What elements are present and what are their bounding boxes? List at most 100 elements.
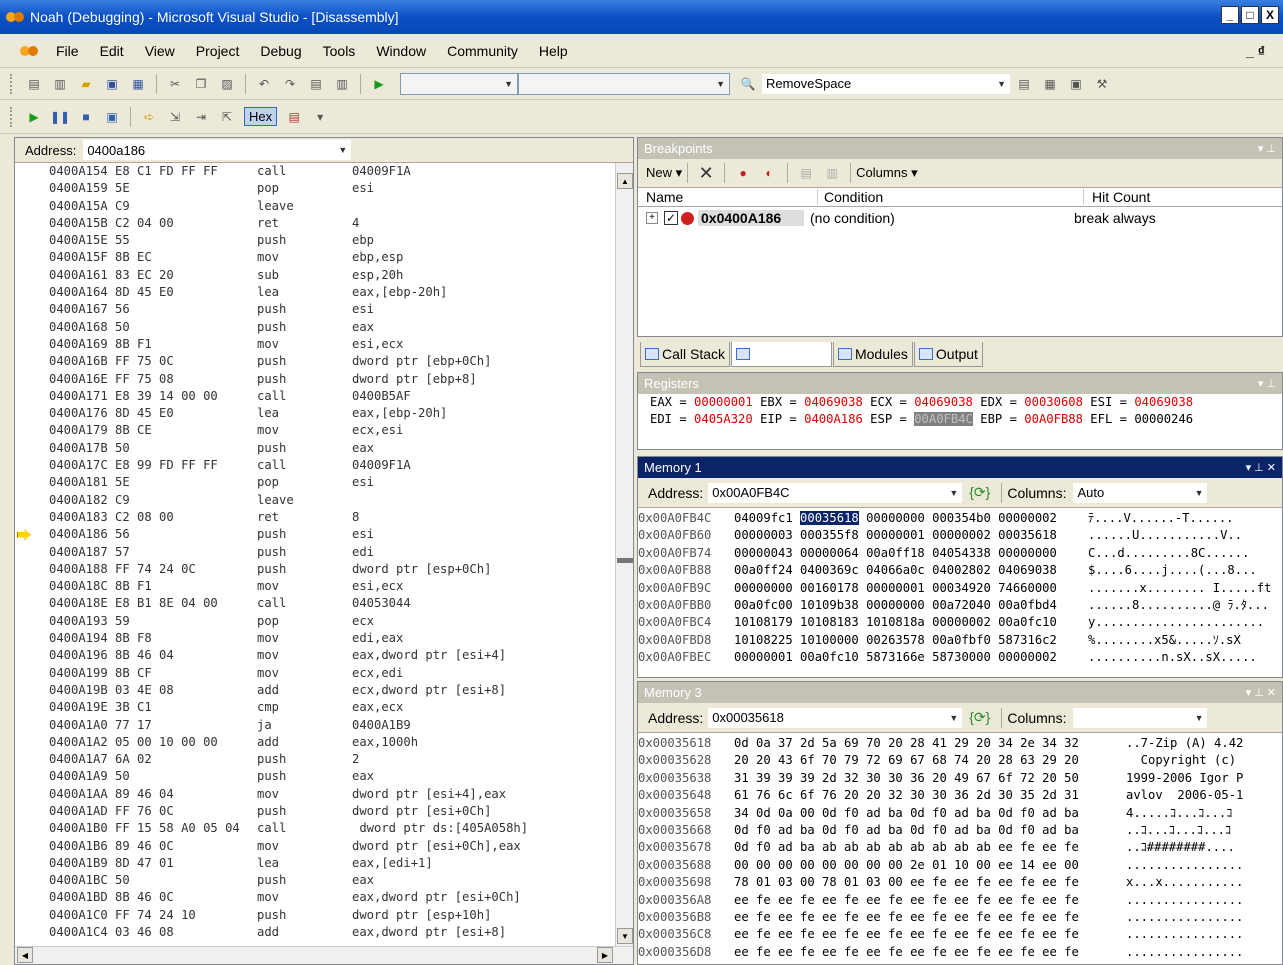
memory-row[interactable]: 0x00035658 34 0d 0a 00 0d f0 ad ba 0d f0 …: [638, 805, 1282, 822]
restart-icon[interactable]: ▣: [104, 109, 120, 125]
disassembly-row[interactable]: 0400A15A C9 leave: [15, 198, 615, 215]
memory-row[interactable]: 0x00035698 78 01 03 00 78 01 03 00 ee fe …: [638, 874, 1282, 891]
memory-1-title-bar[interactable]: Memory 1 ▾ ⊥ ✕: [638, 457, 1282, 478]
memory-row[interactable]: 0x00A0FBB0 00a0fc00 10109b38 00000000 00a…: [638, 597, 1282, 614]
disassembly-row[interactable]: 0400A183 C2 08 00 ret 8: [15, 509, 615, 526]
minimize-button[interactable]: _: [1221, 6, 1239, 24]
disassembly-row[interactable]: 0400A1BD 8B 46 0C mov eax,dword ptr [esi+0…: [15, 889, 615, 906]
header-hit-count[interactable]: Hit Count: [1084, 189, 1150, 205]
disassembly-row[interactable]: 0400A19B 03 4E 08 add ecx,dword ptr [esi+8…: [15, 682, 615, 699]
disassembly-row[interactable]: 0400A16E FF 75 08 push dword ptr [ebp+8]: [15, 371, 615, 388]
disassembly-row[interactable]: 0400A1B0 FF 15 58 A0 05 04 call dword ptr…: [15, 820, 615, 837]
navigate-back-icon[interactable]: ▤: [308, 76, 324, 92]
scroll-left-icon[interactable]: ◀: [17, 947, 33, 963]
memory-row[interactable]: 0x00035618 0d 0a 37 2d 5a 69 70 20 28 41 …: [638, 735, 1282, 752]
menu-community[interactable]: Community: [447, 43, 518, 59]
tab-modules[interactable]: Modules: [832, 342, 913, 367]
solution-config-combo[interactable]: ▼: [400, 72, 518, 95]
memory-row[interactable]: 0x00035668 0d f0 ad ba 0d f0 ad ba 0d f0 …: [638, 822, 1282, 839]
memory-row[interactable]: 0x00035638 31 39 39 39 2d 32 30 30 36 20 …: [638, 770, 1282, 787]
disassembly-row[interactable]: 0400A199 8B CF mov ecx,edi: [15, 665, 615, 682]
scroll-down-icon[interactable]: ▼: [617, 928, 633, 944]
disassembly-row[interactable]: 0400A15F 8B EC mov ebp,esp: [15, 249, 615, 266]
registers-title-bar[interactable]: Registers ▾ ⊥: [638, 373, 1282, 394]
memory-row[interactable]: 0x00A0FB74 00000043 00000064 00a0ff18 040…: [638, 545, 1282, 562]
memory-3-title-bar[interactable]: Memory 3 ▾ ⊥ ✕: [638, 682, 1282, 703]
memory-row[interactable]: 0x00A0FB60 00000003 000355f8 00000001 000…: [638, 527, 1282, 544]
hex-toggle-button[interactable]: Hex: [244, 107, 278, 126]
columns-button[interactable]: Columns ▾: [856, 165, 917, 181]
memory-1-address-input[interactable]: 0x00A0FB4C ▼: [707, 481, 964, 504]
memory-row[interactable]: 0x00A0FB9C 00000000 00160178 00000001 000…: [638, 580, 1282, 597]
disassembly-row[interactable]: 0400A1AA 89 46 04 mov dword ptr [esi+4],ea…: [15, 786, 615, 803]
memory-row[interactable]: 0x00035628 20 20 43 6f 70 79 72 69 67 68 …: [638, 752, 1282, 769]
delete-icon[interactable]: ✕: [698, 163, 714, 183]
save-all-icon[interactable]: ▦: [130, 76, 146, 92]
disassembly-row[interactable]: 0400A1A0 77 17 ja 0400A1B9: [15, 717, 615, 734]
header-condition[interactable]: Condition: [818, 189, 1084, 205]
memory-row[interactable]: 0x000356C8 ee fe ee fe ee fe ee fe ee fe …: [638, 926, 1282, 943]
step-over-icon[interactable]: ⇥: [193, 109, 209, 125]
pin-icon[interactable]: ▾ ⊥: [1258, 377, 1276, 390]
disassembly-code[interactable]: 0400A154 E8 C1 FD FF FF call 04009F1A 0400A…: [15, 163, 615, 946]
disassembly-vertical-scrollbar[interactable]: ▲ ▼: [615, 163, 633, 946]
save-icon[interactable]: ▣: [104, 76, 120, 92]
tab-call-stack[interactable]: Call Stack: [640, 342, 731, 367]
disassembly-row[interactable]: 0400A1AD FF 76 0C push dword ptr [esi+0Ch]: [15, 803, 615, 820]
add-project-icon[interactable]: ▤: [26, 76, 42, 92]
disassembly-row[interactable]: 0400A182 C9 leave: [15, 492, 615, 509]
disassembly-row[interactable]: 0400A161 83 EC 20 sub esp,20h: [15, 267, 615, 284]
add-item-icon[interactable]: ▥: [52, 76, 68, 92]
memory-row[interactable]: 0x00035648 61 76 6c 6f 76 20 20 32 30 30 …: [638, 787, 1282, 804]
go-to-disassembly-icon[interactable]: ▥: [824, 165, 840, 181]
breakpoints-window-icon[interactable]: ▤: [286, 109, 302, 125]
toolbar-grip[interactable]: [10, 73, 13, 94]
tab-output[interactable]: Output: [913, 342, 983, 367]
disassembly-horizontal-scrollbar[interactable]: ◀ ▶: [15, 946, 633, 964]
continue-icon[interactable]: ▶: [26, 109, 42, 125]
paste-icon[interactable]: ▨: [219, 76, 235, 92]
show-next-statement-icon[interactable]: ➪: [141, 109, 157, 125]
disassembly-row[interactable]: 0400A1C4 03 46 08 add eax,dword ptr [esi+8…: [15, 924, 615, 941]
new-breakpoint-button[interactable]: New ▾: [646, 165, 682, 181]
step-into-icon[interactable]: ⇲: [167, 109, 183, 125]
menu-file[interactable]: File: [56, 43, 79, 59]
disassembly-address-input[interactable]: 0400a186 ▼: [82, 139, 353, 161]
navigate-forward-icon[interactable]: ▥: [334, 76, 350, 92]
reevaluate-icon[interactable]: {⟳}: [969, 709, 990, 726]
disassembly-row[interactable]: 0400A196 8B 46 04 mov eax,dword ptr [esi+4…: [15, 647, 615, 664]
memory-3-grid[interactable]: 0x00035618 0d 0a 37 2d 5a 69 70 20 28 41 …: [638, 735, 1282, 964]
go-to-source-icon[interactable]: ▤: [798, 165, 814, 181]
disassembly-row[interactable]: 0400A194 8B F8 mov edi,eax: [15, 630, 615, 647]
delete-all-breakpoints-icon[interactable]: ●: [735, 165, 751, 181]
toolbox-icon[interactable]: ⚒: [1094, 76, 1110, 92]
disassembly-row[interactable]: 0400A15E 55 push ebp: [15, 232, 615, 249]
redo-icon[interactable]: ↷: [282, 76, 298, 92]
memory-row[interactable]: 0x00A0FBC4 10108179 10108183 1010818a 000…: [638, 614, 1282, 631]
breakpoint-checkbox[interactable]: ✓: [664, 211, 678, 225]
disassembly-row[interactable]: 0400A18E E8 B1 8E 04 00 call 04053044: [15, 595, 615, 612]
menu-edit[interactable]: Edit: [100, 43, 124, 59]
menu-window[interactable]: Window: [376, 43, 426, 59]
memory-1-grid[interactable]: 0x00A0FB4C 04009fc1 00035618 00000000 000…: [638, 510, 1282, 677]
disassembly-row[interactable]: 0400A164 8D 45 E0 lea eax,[ebp-20h]: [15, 284, 615, 301]
properties-icon[interactable]: ▦: [1042, 76, 1058, 92]
scroll-up-icon[interactable]: ▲: [617, 173, 633, 189]
disassembly-row[interactable]: 0400A181 5E pop esi: [15, 474, 615, 491]
disassembly-row[interactable]: 0400A179 8B CE mov ecx,esi: [15, 422, 615, 439]
object-browser-icon[interactable]: ▣: [1068, 76, 1084, 92]
memory-row[interactable]: 0x00A0FBEC 00000001 00a0fc10 5873166e 587…: [638, 649, 1282, 666]
platform-combo[interactable]: ▼: [518, 72, 730, 95]
memory-row[interactable]: 0x00A0FB88 00a0ff24 0400369c 04066a0c 040…: [638, 562, 1282, 579]
disassembly-row[interactable]: 0400A15B C2 04 00 ret 4: [15, 215, 615, 232]
menu-help[interactable]: Help: [539, 43, 568, 59]
cut-icon[interactable]: ✂: [167, 76, 183, 92]
reevaluate-icon[interactable]: {⟳}: [969, 484, 990, 501]
disassembly-row[interactable]: 0400A19E 3B C1 cmp eax,ecx: [15, 699, 615, 716]
disassembly-row[interactable]: 0400A17B 50 push eax: [15, 440, 615, 457]
toolbar-grip[interactable]: [10, 106, 13, 127]
disassembly-row[interactable]: 0400A1B9 8D 47 01 lea eax,[edi+1]: [15, 855, 615, 872]
memory-row[interactable]: 0x000356B8 ee fe ee fe ee fe ee fe ee fe …: [638, 909, 1282, 926]
memory-row[interactable]: 0x000356A8 ee fe ee fe ee fe ee fe ee fe …: [638, 892, 1282, 909]
disassembly-row[interactable]: 0400A16B FF 75 0C push dword ptr [ebp+0Ch]: [15, 353, 615, 370]
